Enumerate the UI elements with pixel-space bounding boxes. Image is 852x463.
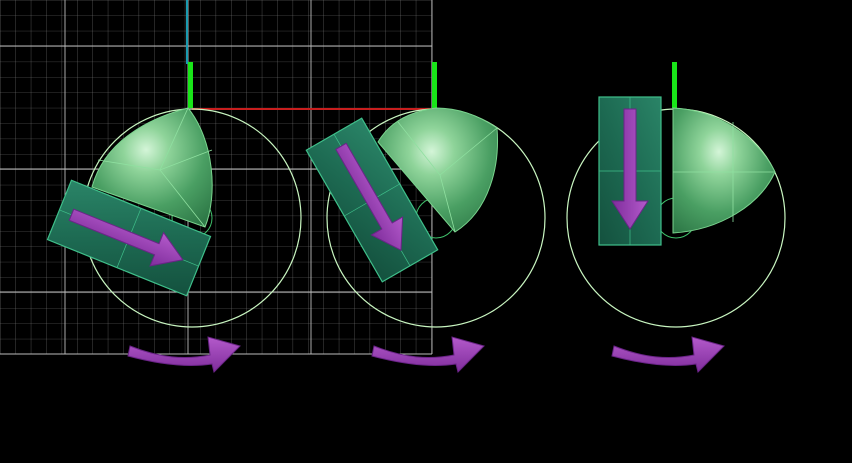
3d-viewport[interactable] (0, 0, 852, 463)
dome-3 (672, 107, 776, 234)
curved-arrow-right-icon (611, 336, 725, 373)
pivot-gizmo-2[interactable] (432, 62, 437, 108)
viewport-canvas[interactable] (0, 0, 852, 463)
figure-3[interactable] (566, 96, 786, 328)
block-3 (598, 96, 662, 246)
pivot-gizmo-3[interactable] (672, 62, 677, 108)
pivot-gizmo-1[interactable] (188, 62, 193, 108)
